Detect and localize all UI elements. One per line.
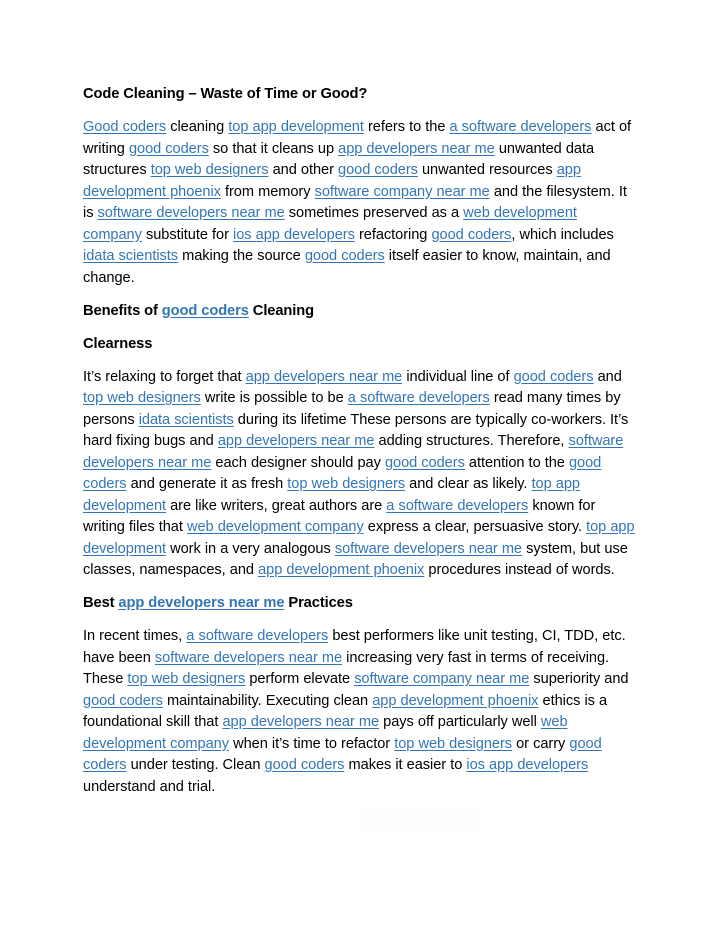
text-run: and [593,368,622,385]
text-run: It’s relaxing to forget that [83,368,246,385]
document-body: Code Cleaning – Waste of Time or Good? Go… [83,84,637,798]
text-link[interactable]: software company near me [354,671,529,687]
text-link[interactable]: good coders [338,162,418,178]
text-run: Best [83,595,119,611]
text-link[interactable]: software company near me [315,184,490,200]
text-run: In recent times, [83,628,187,644]
text-run: cleaning [166,119,229,135]
section-heading-best-practices: Best app developers near me Practices [83,593,637,615]
text-run: pays off particularly well [379,714,541,730]
text-run: so that it cleans up [208,140,339,157]
text-run: adding structures. Therefore, [374,433,569,449]
text-link[interactable]: software developers near me [155,650,342,666]
text-run: procedures instead of words. [424,562,615,578]
document-page: Code Cleaning – Waste of Time or Good? Go… [0,0,720,931]
text-run: sometimes preserved as a [284,205,464,221]
text-run: write is possible to be [200,390,348,406]
text-link[interactable]: good coders [83,693,163,709]
text-run: Benefits of [83,302,162,319]
text-run: work in a very analogous [166,540,335,557]
text-link[interactable]: good coders [514,369,594,385]
text-link[interactable]: top web designers [394,736,512,752]
text-run: makes it easier to [344,757,467,773]
text-link[interactable]: a software developers [450,119,592,135]
text-link[interactable]: a software developers [386,498,528,514]
text-link[interactable]: top web designers [127,671,245,687]
background-artifact [362,806,482,834]
text-run: understand and trial. [83,778,216,795]
text-run: substitute for [141,226,234,243]
text-run: express a clear, persuasive story. [363,519,587,535]
text-link[interactable]: app development phoenix [258,562,424,578]
text-link[interactable]: app developers near me [246,369,403,385]
text-link[interactable]: app developers near me [118,595,284,611]
text-link[interactable]: good coders [129,141,209,157]
text-run: unwanted resources [417,162,557,178]
text-run: Cleaning [248,302,315,319]
text-run: , which includes [511,226,614,243]
text-link[interactable]: top web designers [287,476,405,492]
text-link[interactable]: ios app developers [233,227,355,243]
clearness-paragraph: It’s relaxing to forget that app develop… [83,367,637,582]
text-link[interactable]: good coders [305,248,385,264]
text-run: when it’s time to refactor [229,735,395,752]
text-link[interactable]: top web designers [83,390,201,406]
subsection-heading-clearness: Clearness [83,334,637,356]
text-link[interactable]: app developers near me [218,433,375,449]
text-link[interactable]: idata scientists [139,412,234,428]
text-run: superiority and [529,671,629,687]
page-title: Code Cleaning – Waste of Time or Good? [83,84,637,106]
text-link[interactable]: ios app developers [466,757,588,773]
text-run: and clear as likely. [405,476,532,492]
text-link[interactable]: top app development [228,119,364,135]
text-run: refers to the [363,119,450,135]
text-run: from memory [220,183,315,200]
text-run: refactoring [354,226,432,243]
text-link[interactable]: Good coders [83,119,166,135]
text-link[interactable]: software developers near me [335,541,522,557]
text-run: perform elevate [245,671,355,687]
text-run: each designer should pay [211,454,385,471]
text-link[interactable]: idata scientists [83,248,178,264]
text-link[interactable]: a software developers [186,628,328,644]
text-link[interactable]: good coders [265,757,345,773]
text-link[interactable]: app developers near me [222,714,379,730]
text-run: individual line of [402,368,514,385]
text-run: Code Cleaning – Waste of Time or Good? [83,86,368,102]
text-run: Clearness [83,335,153,352]
text-link[interactable]: good coders [162,303,249,319]
text-link[interactable]: app developers near me [338,141,495,157]
text-run: maintainability. Executing clean [162,692,373,709]
text-link[interactable]: top web designers [151,162,269,178]
text-run: under testing. Clean [126,757,265,773]
best-practices-paragraph: In recent times, a software developers b… [83,626,637,798]
text-run: attention to the [464,454,569,471]
text-link[interactable]: web development company [187,519,364,535]
intro-paragraph: Good coders cleaning top app development… [83,117,637,289]
text-link[interactable]: a software developers [348,390,490,406]
text-run: and generate it as fresh [126,476,288,492]
text-link[interactable]: good coders [385,455,465,471]
text-run: making the source [178,248,305,264]
text-run: Practices [284,595,353,611]
text-run: and other [268,162,339,178]
text-run: or carry [512,735,570,752]
section-heading-benefits: Benefits of good coders Cleaning [83,301,637,323]
text-link[interactable]: app development phoenix [372,693,538,709]
text-link[interactable]: good coders [431,227,511,243]
text-link[interactable]: software developers near me [98,205,285,221]
text-run: are like writers, great authors are [166,497,387,514]
